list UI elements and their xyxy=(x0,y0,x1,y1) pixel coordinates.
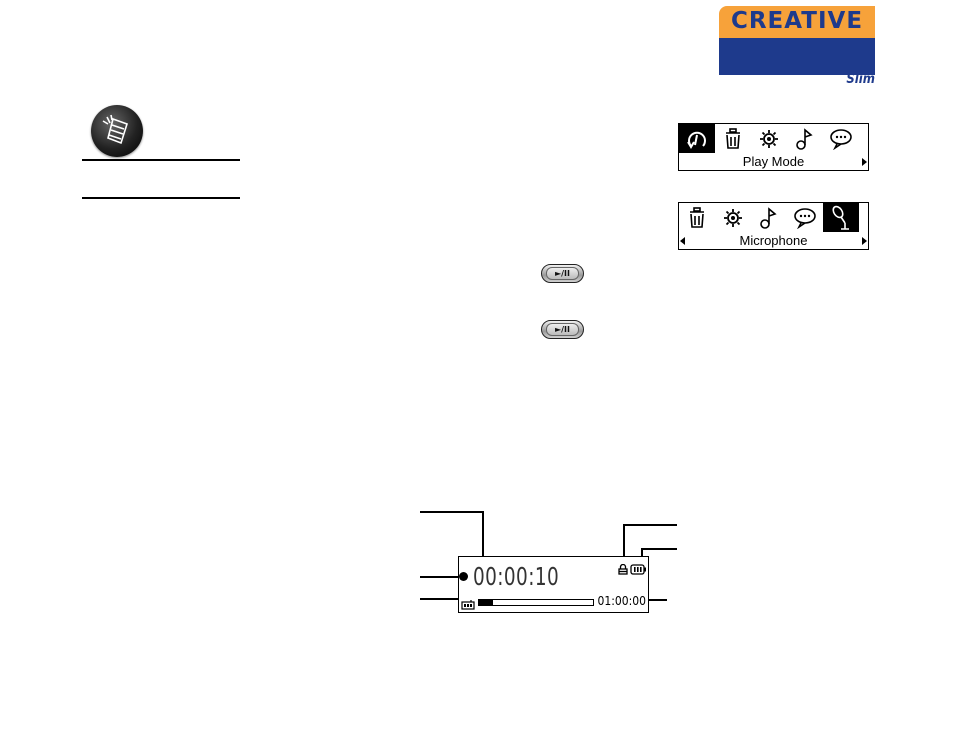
logo-brand-text: CREATIVE xyxy=(730,8,864,34)
total-time: 01:00:00 xyxy=(597,594,646,608)
callout-line-elapsed-h xyxy=(420,511,483,513)
note-rule-top xyxy=(82,159,240,161)
music-icon xyxy=(751,203,787,232)
callout-line-record xyxy=(420,576,460,578)
note-rule-bottom xyxy=(82,197,240,199)
callout-line-lock-h xyxy=(623,524,677,526)
music-icon xyxy=(787,124,823,153)
voice-icon xyxy=(787,203,823,232)
right-arrow-icon xyxy=(862,237,867,245)
lcd-menu-icons xyxy=(679,203,868,232)
creative-muvo-logo: CREATIVE MuVo® Slim xyxy=(719,6,875,102)
recording-progress-fill xyxy=(479,600,493,605)
recording-progress-bar xyxy=(478,599,594,606)
callout-line-battery-h xyxy=(641,548,677,550)
record-dot-icon xyxy=(459,572,468,581)
play-pause-icon: ►/II xyxy=(546,267,579,280)
logo-brand-band: CREATIVE xyxy=(719,6,875,38)
microphone-icon xyxy=(823,203,859,232)
battery-icon xyxy=(630,562,646,580)
settings-icon xyxy=(715,203,751,232)
recording-lcd: 00:00:10 01:00:00 xyxy=(458,556,649,613)
recording-mode-icon xyxy=(461,597,475,615)
logo-variant-text: Slim xyxy=(846,72,875,87)
delete-icon xyxy=(715,124,751,153)
play-pause-icon: ►/II xyxy=(546,323,579,336)
callout-line-mode xyxy=(420,598,460,600)
logo-product-text: MuVo® xyxy=(719,72,867,102)
lcd-menu-label: Microphone xyxy=(739,233,808,248)
lcd-menu-microphone: Microphone xyxy=(678,202,869,250)
play-mode-icon xyxy=(679,124,715,153)
logo-product-band: MuVo® xyxy=(719,38,875,102)
callout-line-total xyxy=(649,599,667,601)
play-pause-button[interactable]: ►/II xyxy=(541,264,584,283)
left-arrow-icon xyxy=(680,237,685,245)
lcd-menu-play-mode: Play Mode xyxy=(678,123,869,171)
logo-registered-mark: ® xyxy=(828,77,839,89)
settings-icon xyxy=(751,124,787,153)
voice-icon xyxy=(823,124,859,153)
delete-icon xyxy=(679,203,715,232)
play-pause-button[interactable]: ►/II xyxy=(541,320,584,339)
lcd-menu-icons xyxy=(679,124,868,153)
note-pad-icon xyxy=(91,105,143,157)
callout-line-elapsed-v xyxy=(482,511,484,561)
logo-product-name: MuVo xyxy=(747,72,829,102)
lock-icon xyxy=(618,562,628,580)
right-arrow-icon xyxy=(862,158,867,166)
lcd-menu-label: Play Mode xyxy=(742,154,805,169)
elapsed-time: 00:00:10 xyxy=(473,562,560,591)
